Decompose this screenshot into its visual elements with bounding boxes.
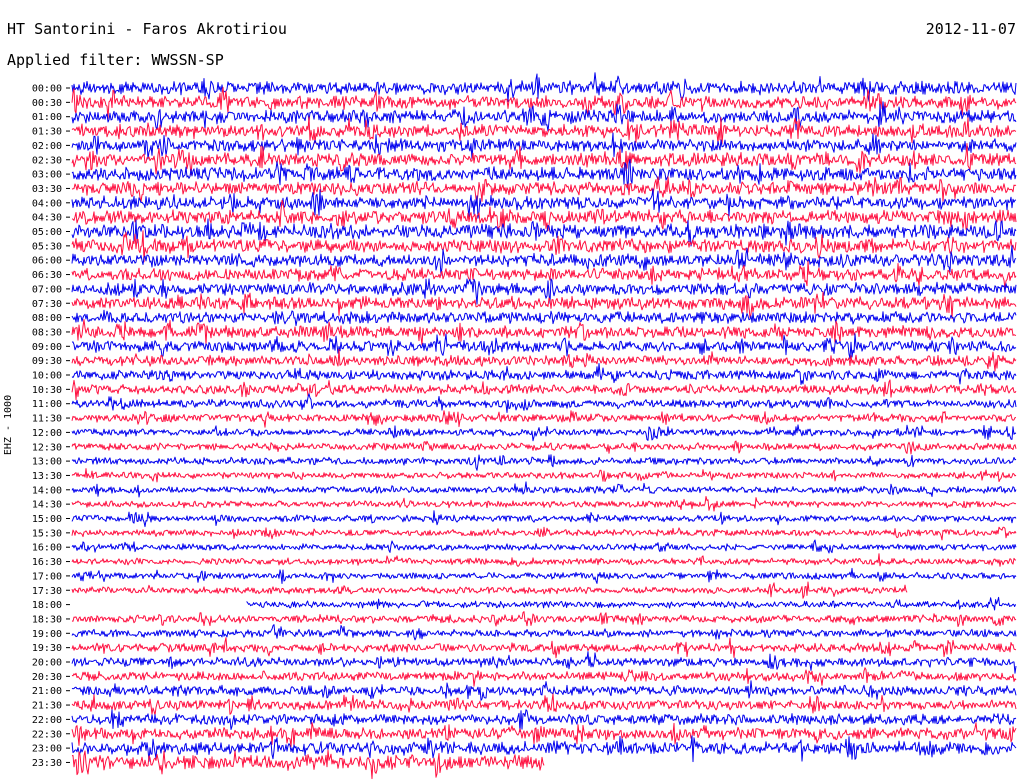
time-tick-label: 22:00 xyxy=(32,715,62,726)
time-tick-label: 21:30 xyxy=(32,701,62,712)
trace-line-2230 xyxy=(71,722,1017,747)
trace-line-0400 xyxy=(71,188,1017,219)
time-tick-label: 14:30 xyxy=(32,500,62,511)
trace-line-0900 xyxy=(71,333,1017,359)
time-tick-label: 00:00 xyxy=(32,84,62,95)
time-tick-label: 11:00 xyxy=(32,399,62,410)
time-tick-label: 13:30 xyxy=(32,471,62,482)
trace-line-2300 xyxy=(71,735,1017,763)
time-tick-label: 12:00 xyxy=(32,428,62,439)
trace-line-1100 xyxy=(71,393,1017,413)
trace-line-0830 xyxy=(71,319,1017,346)
time-tick-label: 01:00 xyxy=(32,112,62,123)
trace-line-1230 xyxy=(71,440,1017,455)
trace-line-1330 xyxy=(71,468,1017,483)
trace-line-1800 xyxy=(246,596,1017,611)
trace-line-1030 xyxy=(71,379,1017,401)
time-tick-label: 18:00 xyxy=(32,600,62,611)
time-tick-label: 16:30 xyxy=(32,557,62,568)
trace-line-1700 xyxy=(71,567,1017,584)
time-tick-label: 08:30 xyxy=(32,327,62,338)
time-tick-label: 04:00 xyxy=(32,198,62,209)
time-tick-label: 10:30 xyxy=(32,385,62,396)
trace-line-1000 xyxy=(71,363,1017,385)
time-tick-label: 20:00 xyxy=(32,658,62,669)
time-tick-label: 09:00 xyxy=(32,342,62,353)
time-tick-label: 22:30 xyxy=(32,729,62,740)
time-tick-label: 11:30 xyxy=(32,414,62,425)
time-tick-label: 12:30 xyxy=(32,442,62,453)
time-tick-label: 17:30 xyxy=(32,586,62,597)
time-tick-label: 07:30 xyxy=(32,299,62,310)
time-tick-label: 01:30 xyxy=(32,127,62,138)
trace-line-0800 xyxy=(71,309,1017,327)
time-tick-label: 20:30 xyxy=(32,672,62,683)
trace-line-2030 xyxy=(71,667,1017,687)
trace-line-1730 xyxy=(71,581,908,599)
trace-line-0000 xyxy=(71,72,1017,103)
trace-line-1500 xyxy=(71,510,1017,528)
trace-line-1430 xyxy=(71,496,1017,512)
time-tick-label: 18:30 xyxy=(32,614,62,625)
time-tick-label: 07:00 xyxy=(32,284,62,295)
helicorder-chart: 00:00 00:30 01:00 01:30 02:00 02:30 03:00 03:30… xyxy=(32,72,1017,780)
trace-line-1200 xyxy=(71,424,1017,442)
trace-line-1130 xyxy=(71,410,1016,428)
time-tick-label: 04:30 xyxy=(32,213,62,224)
time-tick-label: 13:00 xyxy=(32,457,62,468)
trace-line-0600 xyxy=(71,245,1017,276)
time-tick-label: 08:00 xyxy=(32,313,62,324)
time-tick-label: 02:30 xyxy=(32,155,62,166)
time-tick-label: 21:00 xyxy=(32,686,62,697)
trace-line-0730 xyxy=(71,291,1017,320)
time-tick-label: 10:00 xyxy=(32,371,62,382)
time-tick-label: 14:00 xyxy=(32,485,62,496)
time-tick-label: 17:00 xyxy=(32,571,62,582)
time-tick-label: 19:30 xyxy=(32,643,62,654)
trace-line-1530 xyxy=(71,526,1017,541)
time-tick-label: 16:00 xyxy=(32,543,62,554)
trace-line-0930 xyxy=(71,348,1017,372)
time-tick-label: 19:00 xyxy=(32,629,62,640)
time-tick-label: 06:00 xyxy=(32,256,62,267)
trace-line-1600 xyxy=(71,539,1017,554)
time-tick-label: 00:30 xyxy=(32,98,62,109)
time-tick-label: 09:30 xyxy=(32,356,62,367)
trace-line-2100 xyxy=(71,680,1017,701)
time-tick-label: 23:00 xyxy=(32,744,62,755)
time-tick-label: 03:30 xyxy=(32,184,62,195)
trace-line-1630 xyxy=(71,553,1017,567)
time-tick-label: 06:30 xyxy=(32,270,62,281)
trace-line-0330 xyxy=(71,176,1017,203)
trace-line-1930 xyxy=(71,637,1017,659)
trace-line-0630 xyxy=(71,260,1017,290)
time-tick-label: 05:00 xyxy=(32,227,62,238)
trace-line-2000 xyxy=(71,651,1017,674)
trace-line-1400 xyxy=(71,481,1017,498)
trace-line-0700 xyxy=(71,278,1017,305)
trace-line-2130 xyxy=(71,693,1017,716)
trace-line-2330 xyxy=(71,749,545,780)
time-tick-label: 15:30 xyxy=(32,528,62,539)
time-tick-label: 05:30 xyxy=(32,241,62,252)
trace-line-1830 xyxy=(71,611,1017,627)
time-tick-label: 23:30 xyxy=(32,758,62,769)
time-tick-label: 03:00 xyxy=(32,170,62,181)
time-tick-label: 02:00 xyxy=(32,141,62,152)
time-tick-label: 15:00 xyxy=(32,514,62,525)
trace-line-0200 xyxy=(71,132,1017,160)
trace-line-1900 xyxy=(71,624,1017,641)
trace-line-1300 xyxy=(71,454,1017,471)
